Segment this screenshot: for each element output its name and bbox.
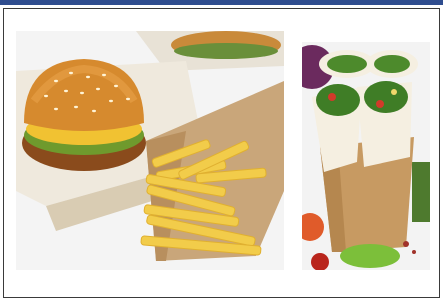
wraps-photo xyxy=(302,42,430,270)
burger-and-fries-photo xyxy=(16,31,284,270)
document-frame xyxy=(0,0,443,300)
header-bar xyxy=(0,0,443,5)
